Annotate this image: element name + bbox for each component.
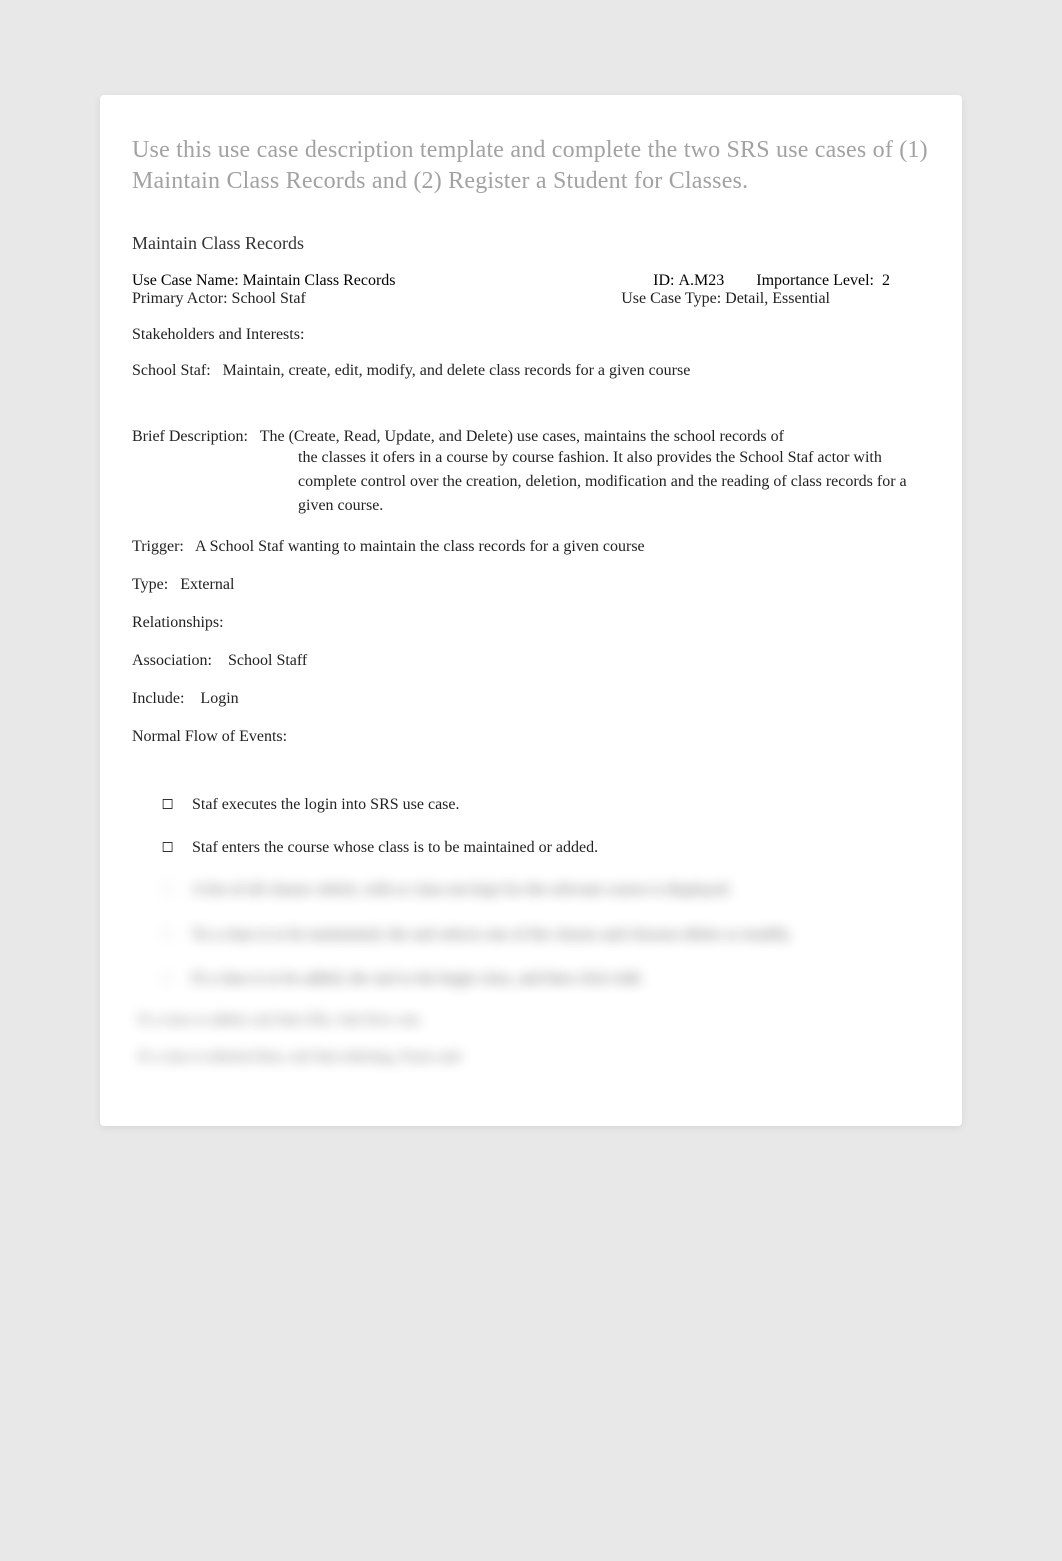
bullet-icon: 🞏 (162, 796, 192, 813)
id-label: ID: (653, 272, 674, 290)
intro-paragraph: Use this use case description template a… (132, 135, 930, 197)
brief-label: Brief Description: (132, 428, 248, 445)
type-label: Type: (132, 576, 168, 593)
bullet-icon: 🞏 (162, 839, 192, 856)
blurred-content: 🞏 A list of all classes which, with or c… (132, 879, 930, 1066)
list-item: 🞏 Staf enters the course whose class is … (162, 837, 930, 859)
list-item: 🞏 If a class is to be added, the staf to… (162, 968, 930, 990)
stakeholders-block: Stakeholders and Interests: School Staf:… (132, 326, 930, 380)
association-value: School Staff (228, 652, 307, 669)
include-value: Login (200, 690, 238, 707)
trigger-value: A School Staf wanting to maintain the cl… (195, 538, 645, 555)
importance-value: 2 (882, 272, 890, 290)
brief-body: the classes it ofers in a course by cour… (132, 446, 930, 518)
use-case-name-value: Maintain Class Records (243, 272, 396, 290)
stakeholders-label: Stakeholders and Interests: (132, 326, 930, 344)
relationships-label: Relationships: (132, 614, 930, 632)
list-item: 🞏 A list of all classes which, with or c… (162, 879, 930, 901)
brief-first-line: The (Create, Read, Update, and Delete) u… (260, 428, 784, 445)
flow-step-text: Staf enters the course whose class is to… (192, 837, 930, 859)
brief-description: Brief Description: The (Create, Read, Up… (132, 428, 930, 518)
blurred-line: If a class is deleted then, staf then de… (132, 1049, 930, 1066)
bullet-icon: 🞏 (162, 881, 192, 898)
flow-step-text: A list of all classes which, with or cla… (192, 879, 930, 901)
bullet-icon: 🞏 (162, 970, 192, 987)
importance-label: Importance Level: (756, 272, 874, 290)
list-item: 🞏 Staf executes the login into SRS use c… (162, 794, 930, 816)
section-title: Maintain Class Records (132, 233, 930, 254)
association-label: Association: (132, 652, 212, 669)
flow-step-text: To a class is to be maintained, the staf… (192, 924, 930, 946)
use-case-name-label: Use Case Name: (132, 272, 239, 290)
stakeholder-interest: Maintain, create, edit, modify, and dele… (223, 362, 691, 380)
stakeholder-actor: School Staf: (132, 362, 211, 380)
flow-step-text: Staf executes the login into SRS use cas… (192, 794, 930, 816)
row-primary-actor: Primary Actor: School Staf Use Case Type… (132, 290, 930, 308)
id-value: A.M23 (679, 272, 725, 290)
relationships-block: Relationships: Association: School Staff… (132, 614, 930, 708)
use-case-type-value: Detail, Essential (725, 290, 830, 308)
flow-step-text: If a class is to be added, the staf to t… (192, 968, 930, 990)
document-card: Use this use case description template a… (100, 95, 962, 1126)
row-use-case-name: Use Case Name: Maintain Class Records ID… (132, 272, 930, 290)
primary-actor-value: School Staf (232, 290, 306, 308)
blurred-line: If a class is added, staf then fills, Su… (132, 1012, 930, 1029)
trigger-row: Trigger: A School Staf wanting to mainta… (132, 538, 930, 556)
normal-flow-label: Normal Flow of Events: (132, 728, 930, 746)
primary-actor-label: Primary Actor: (132, 290, 228, 308)
flow-list: 🞏 Staf executes the login into SRS use c… (132, 794, 930, 859)
type-value: External (180, 576, 234, 593)
bullet-icon: 🞏 (162, 926, 192, 943)
include-label: Include: (132, 690, 184, 707)
trigger-label: Trigger: (132, 538, 184, 555)
type-row: Type: External (132, 576, 930, 594)
list-item: 🞏 To a class is to be maintained, the st… (162, 924, 930, 946)
use-case-type-label: Use Case Type: (621, 290, 721, 308)
